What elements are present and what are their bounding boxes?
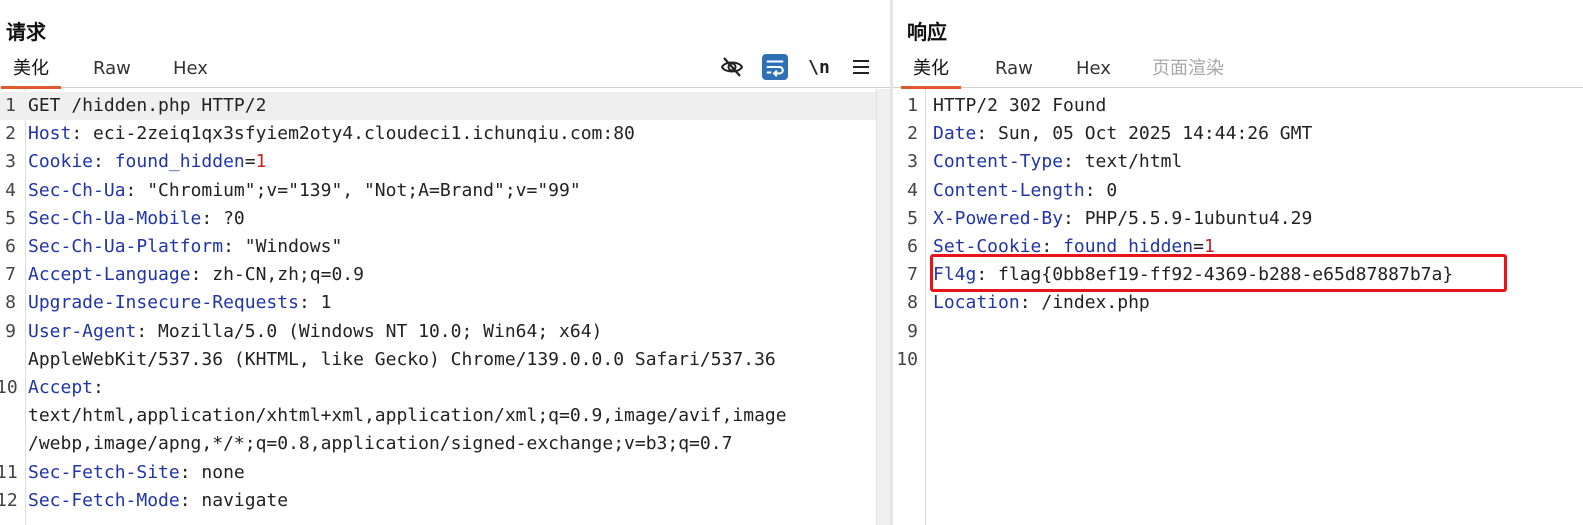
- response-tab-raw[interactable]: Raw: [983, 56, 1045, 88]
- request-line: 2 Host: eci-2zeiq1qx3sfyiem2oty4.cloudec…: [5, 123, 635, 145]
- request-line: 10 Accept: text/html,application/xhtml+xm…: [0, 377, 787, 455]
- show-newlines-toggle[interactable]: \n: [806, 54, 832, 80]
- request-pane: 请求 美化 Raw Hex \n 1 GET /hidden.php HTTP/…: [0, 0, 890, 525]
- header-name: Set-Cookie: [933, 236, 1042, 258]
- request-tab-raw[interactable]: Raw: [81, 56, 143, 88]
- header-name: Sec-Fetch-Site: [28, 461, 180, 483]
- header-name: Cookie: [28, 151, 94, 173]
- header-name: Upgrade-Insecure-Requests: [28, 292, 299, 314]
- request-title: 请求: [6, 20, 46, 44]
- flag-value: : flag{0bb8ef19-ff92-4369-b288-e65d87887…: [976, 264, 1454, 286]
- header-name: X-Powered-By: [933, 207, 1064, 229]
- request-scrollbar[interactable]: [876, 89, 890, 525]
- request-tab-pretty[interactable]: 美化: [1, 56, 61, 89]
- header-name: Content-Length: [933, 179, 1085, 201]
- response-editor[interactable]: 1 HTTP/2 302 Found 2 Date: Sun, 05 Oct 2…: [893, 89, 1583, 525]
- response-tab-pretty[interactable]: 美化: [901, 56, 961, 89]
- header-name: Sec-Ch-Ua-Platform: [28, 236, 224, 258]
- request-line: 9 User-Agent: Mozilla/5.0 (Windows NT 10…: [5, 320, 776, 370]
- header-name: User-Agent: [28, 320, 137, 342]
- newline-icon: \n: [808, 56, 830, 78]
- word-wrap-toggle[interactable]: [762, 54, 788, 80]
- request-line: 1 GET /hidden.php HTTP/2: [0, 92, 876, 121]
- response-code[interactable]: 1 HTTP/2 302 Found 2 Date: Sun, 05 Oct 2…: [893, 92, 1583, 374]
- request-line: 11 Sec-Fetch-Site: none: [0, 461, 245, 483]
- response-line: 5 X-Powered-By: PHP/5.5.9-1ubuntu4.29: [907, 207, 1313, 229]
- header-name: Sec-Ch-Ua-Mobile: [28, 207, 202, 229]
- cookie-value: 1: [255, 151, 267, 173]
- response-line: 1 HTTP/2 302 Found: [907, 95, 1107, 116]
- cookie-name: found_hidden: [1063, 236, 1194, 258]
- response-title: 响应: [907, 20, 947, 44]
- header-name: Fl4g: [933, 264, 977, 286]
- header-name: Sec-Ch-Ua: [28, 179, 126, 201]
- wrap-text-icon: [766, 60, 784, 77]
- request-line: 12 Sec-Fetch-Mode: navigate: [0, 489, 289, 511]
- response-tab-render[interactable]: 页面渲染: [1140, 56, 1236, 88]
- header-name: Location: [933, 292, 1020, 314]
- request-line: 5 Sec-Ch-Ua-Mobile: ?0: [5, 207, 245, 229]
- response-pane: 响应 美化 Raw Hex 页面渲染 1 HTTP/2 302 Found 2 …: [893, 0, 1583, 525]
- response-line: 8 Location: /index.php: [907, 292, 1150, 314]
- header-name: Accept: [28, 377, 94, 399]
- hide-nonprintable-toggle[interactable]: [719, 54, 745, 80]
- header-name: Accept-Language: [28, 264, 191, 286]
- response-line-flag: 7 Fl4g: flag{0bb8ef19-ff92-4369-b288-e65…: [907, 264, 1454, 286]
- request-line: 7 Accept-Language: zh-CN,zh;q=0.9: [5, 264, 364, 286]
- request-line: 6 Sec-Ch-Ua-Platform: "Windows": [5, 236, 343, 258]
- response-line: 3 Content-Type: text/html: [907, 151, 1183, 173]
- response-line: 9: [907, 320, 918, 342]
- response-tab-hex[interactable]: Hex: [1064, 56, 1123, 88]
- cookie-name: found_hidden: [114, 151, 245, 173]
- header-name: Content-Type: [933, 151, 1064, 173]
- menu-button[interactable]: [848, 54, 874, 80]
- hamburger-menu-icon: [853, 60, 869, 74]
- request-code[interactable]: 1 GET /hidden.php HTTP/2 2 Host: eci-2ze…: [0, 92, 876, 515]
- header-name: Sec-Fetch-Mode: [28, 489, 180, 511]
- request-tabbar: 美化 Raw Hex: [0, 52, 890, 89]
- header-name: Host: [28, 123, 72, 145]
- request-tab-hex[interactable]: Hex: [161, 56, 220, 88]
- response-line: 2 Date: Sun, 05 Oct 2025 14:44:26 GMT: [907, 123, 1313, 145]
- request-editor[interactable]: 1 GET /hidden.php HTTP/2 2 Host: eci-2ze…: [0, 89, 876, 525]
- response-line: 10: [896, 348, 918, 370]
- response-line: 4 Content-Length: 0: [907, 179, 1118, 201]
- request-line: 4 Sec-Ch-Ua: "Chromium";v="139", "Not;A=…: [5, 179, 581, 201]
- request-line: 8 Upgrade-Insecure-Requests: 1: [5, 292, 332, 314]
- cookie-value: 1: [1203, 236, 1215, 258]
- header-name: Date: [933, 123, 977, 145]
- response-tabbar: 美化 Raw Hex 页面渲染: [893, 52, 1583, 89]
- request-line: 3 Cookie: found_hidden=1: [5, 151, 267, 173]
- response-line: 6 Set-Cookie: found_hidden=1: [907, 236, 1215, 258]
- eye-off-icon: [720, 57, 744, 77]
